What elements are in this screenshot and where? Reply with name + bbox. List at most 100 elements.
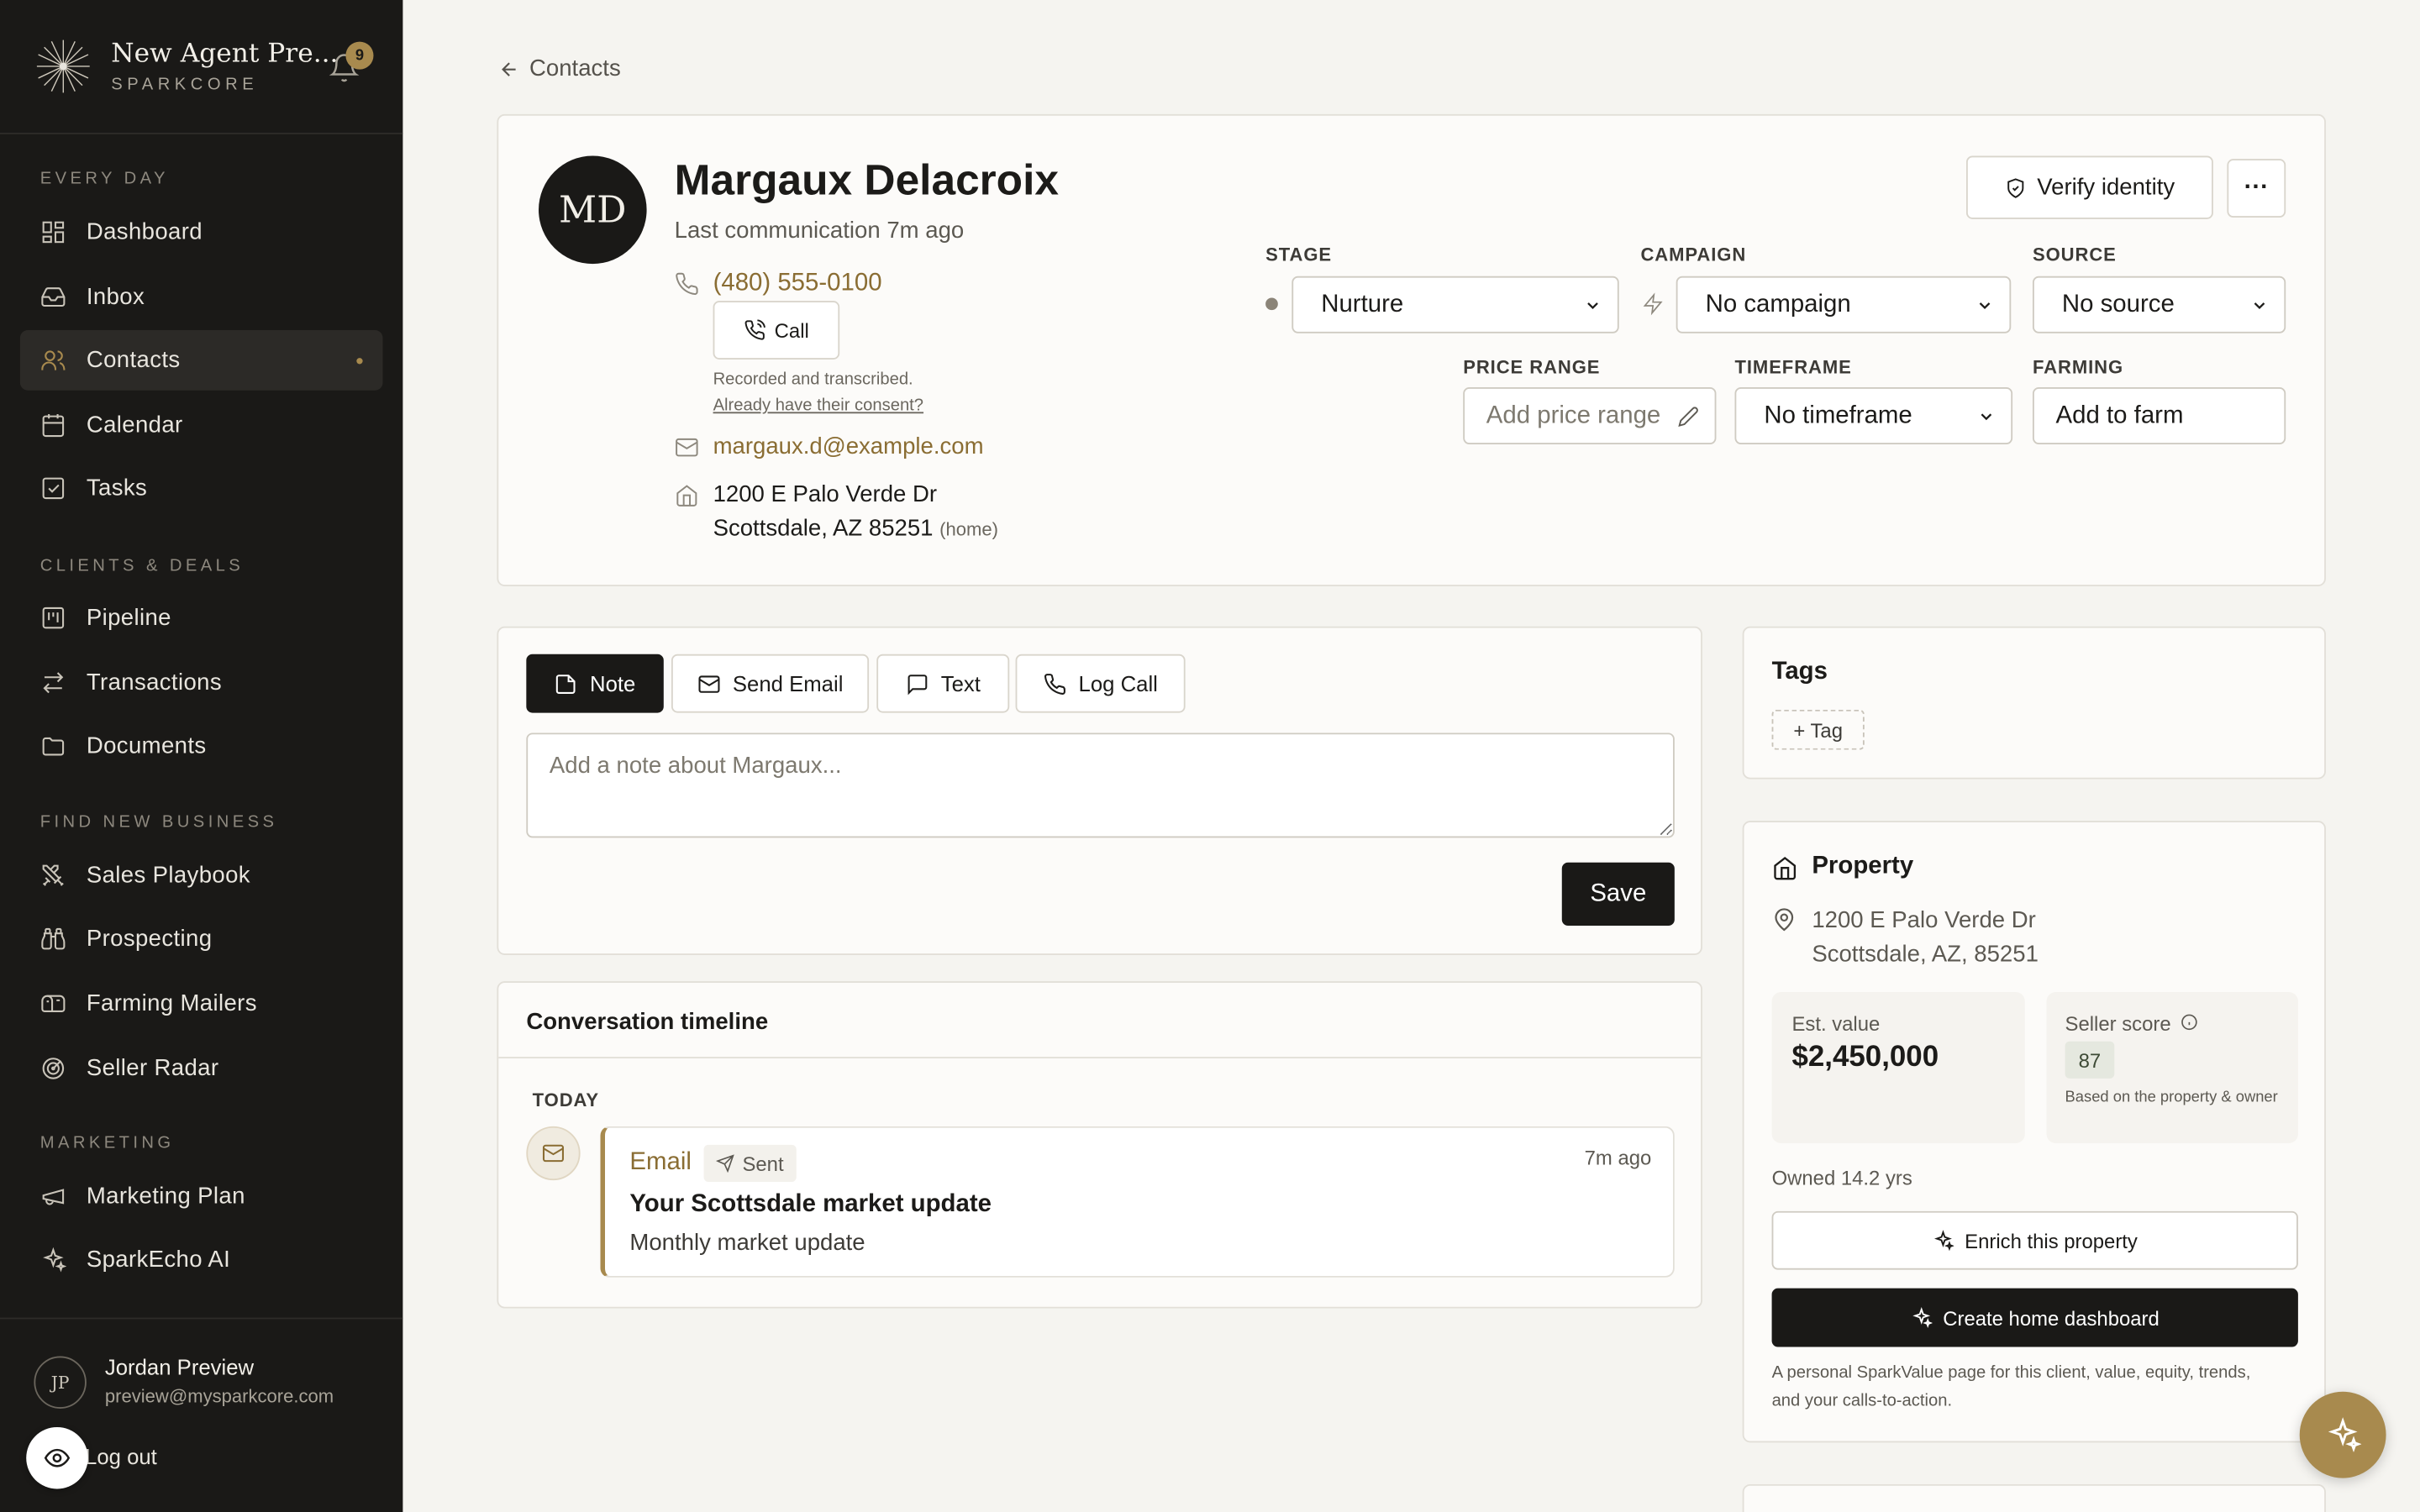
contacts-icon bbox=[41, 350, 66, 370]
timeframe-value: No timeframe bbox=[1764, 402, 1912, 428]
contact-phone-link[interactable]: (480) 555-0100 bbox=[713, 270, 882, 297]
sidebar-item-transactions[interactable]: Transactions bbox=[20, 653, 383, 713]
verify-identity-button[interactable]: Verify identity bbox=[1966, 155, 2213, 219]
est-value-label: Est. value bbox=[1791, 1011, 1881, 1036]
active-indicator bbox=[356, 358, 363, 365]
map-pin-icon bbox=[1775, 908, 1794, 932]
sidebar-item-dashboard[interactable]: Dashboard bbox=[20, 202, 383, 263]
tab-note[interactable]: Note bbox=[526, 654, 664, 713]
contact-email-link[interactable]: margaux.d@example.com bbox=[713, 433, 984, 459]
timeline-day-header: TODAY bbox=[532, 1089, 599, 1111]
sidebar-item-label: Contacts bbox=[86, 347, 181, 374]
note-icon bbox=[556, 674, 576, 694]
ownership-duration: Owned 14.2 yrs bbox=[1771, 1166, 1912, 1190]
enrich-property-button[interactable]: Enrich this property bbox=[1771, 1210, 2298, 1270]
sidebar-item-sales-playbook[interactable]: Sales Playbook bbox=[20, 846, 383, 906]
seller-score-label-text: Seller score bbox=[2065, 1011, 2171, 1036]
est-value: $2,450,000 bbox=[1791, 1041, 1939, 1074]
seller-score-note: Based on the property & owner bbox=[2065, 1089, 2278, 1106]
sidebar-item-documents[interactable]: Documents bbox=[20, 716, 383, 776]
preview-toggle-button[interactable] bbox=[26, 1426, 88, 1489]
tasks-icon bbox=[42, 477, 65, 500]
farming-value: Add to farm bbox=[2055, 402, 2184, 428]
sidebar-item-label: SparkEcho AI bbox=[86, 1247, 231, 1273]
call-label: Call bbox=[774, 318, 809, 342]
contact-address-line2: Scottsdale, AZ 85251 (home) bbox=[713, 515, 998, 541]
sidebar-item-label: Calendar bbox=[86, 412, 183, 438]
sidebar-item-label: Inbox bbox=[86, 283, 145, 311]
contact-name: Margaux Delacroix bbox=[674, 155, 1059, 204]
info-icon[interactable] bbox=[2181, 1014, 2198, 1031]
sidebar-item-pipeline[interactable]: Pipeline bbox=[20, 588, 383, 648]
sidebar-item-label: Sales Playbook bbox=[86, 862, 250, 889]
timeline-title: Conversation timeline bbox=[526, 1009, 769, 1036]
note-input[interactable] bbox=[526, 732, 1675, 838]
address-line2-text: Scottsdale, AZ 85251 bbox=[713, 515, 934, 542]
mail-icon bbox=[697, 675, 719, 692]
sidebar-item-label: Tasks bbox=[86, 475, 148, 501]
tab-send-email[interactable]: Send Email bbox=[671, 654, 870, 713]
inbox-icon bbox=[41, 287, 66, 307]
property-title: Property bbox=[1812, 853, 1914, 879]
chevron-down-icon bbox=[1981, 413, 1992, 421]
sparkles-icon bbox=[1912, 1306, 1933, 1329]
brand[interactable]: New Agent Pre... SPARKCORE 9 bbox=[0, 0, 403, 134]
user-account: JP Jordan Preview preview@mysparkcore.co… bbox=[0, 1317, 403, 1512]
tab-log-call[interactable]: Log Call bbox=[1015, 654, 1186, 713]
back-to-contacts-link[interactable]: Contacts bbox=[498, 55, 621, 81]
timeframe-select[interactable]: No timeframe bbox=[1734, 387, 2013, 444]
sidebar-item-marketing-plan[interactable]: Marketing Plan bbox=[20, 1167, 383, 1227]
workspace-brand: SPARKCORE bbox=[111, 76, 259, 95]
phone-icon bbox=[676, 272, 698, 296]
add-tag-button[interactable]: + Tag bbox=[1771, 709, 1865, 750]
pencil-icon bbox=[1678, 407, 1698, 428]
more-options-button[interactable]: ··· bbox=[2227, 159, 2286, 218]
notification-badge: 9 bbox=[345, 41, 374, 70]
user-email: preview@mysparkcore.com bbox=[104, 1385, 334, 1408]
logout-link[interactable]: Log out bbox=[85, 1444, 157, 1468]
bolt-icon bbox=[1643, 292, 1663, 316]
sidebar-item-sparkecho-ai[interactable]: SparkEcho AI bbox=[20, 1230, 383, 1290]
call-button[interactable]: Call bbox=[713, 301, 840, 360]
tab-label: Note bbox=[590, 670, 636, 696]
sidebar-item-farming-mailers[interactable]: Farming Mailers bbox=[20, 974, 383, 1034]
user-avatar[interactable]: JP bbox=[34, 1356, 87, 1409]
message-square-icon bbox=[907, 674, 927, 695]
home-icon bbox=[1774, 856, 1797, 880]
price-range-field[interactable]: Add price range bbox=[1463, 387, 1717, 444]
sidebar-item-calendar[interactable]: Calendar bbox=[20, 395, 383, 455]
mail-icon bbox=[676, 438, 698, 457]
timeline-entry[interactable]: Email Sent 7m ago Your Scottsdale market… bbox=[600, 1126, 1675, 1278]
price-range-label: PRICE RANGE bbox=[1463, 356, 1601, 378]
dashboard-label: Create home dashboard bbox=[1943, 1305, 2160, 1330]
campaign-label: CAMPAIGN bbox=[1640, 244, 1747, 265]
add-to-farm-field[interactable]: Add to farm bbox=[2032, 387, 2286, 444]
ai-assistant-button[interactable] bbox=[2299, 1391, 2386, 1478]
save-note-button[interactable]: Save bbox=[1561, 862, 1675, 927]
sidebar-item-contacts[interactable]: Contacts bbox=[19, 330, 383, 391]
user-name: Jordan Preview bbox=[104, 1354, 255, 1380]
radar-icon bbox=[42, 1058, 65, 1079]
timeframe-label: TIMEFRAME bbox=[1734, 356, 1852, 378]
sidebar-item-label: Seller Radar bbox=[86, 1055, 219, 1082]
tab-label: Log Call bbox=[1078, 670, 1158, 696]
eye-icon bbox=[44, 1448, 71, 1467]
tags-card: Tags + Tag bbox=[1742, 626, 2326, 780]
tab-text[interactable]: Text bbox=[876, 654, 1010, 713]
stage-value: Nurture bbox=[1321, 291, 1404, 318]
stage-select[interactable]: Nurture bbox=[1292, 276, 1619, 333]
property-card: Property 1200 E Palo Verde Dr Scottsdale… bbox=[1742, 821, 2326, 1443]
campaign-select[interactable]: No campaign bbox=[1676, 276, 2012, 333]
contact-address-line1: 1200 E Palo Verde Dr bbox=[713, 481, 938, 508]
consent-link[interactable]: Already have their consent? bbox=[713, 396, 923, 415]
source-select[interactable]: No source bbox=[2032, 276, 2286, 333]
sidebar-item-prospecting[interactable]: Prospecting bbox=[20, 909, 383, 969]
sidebar-item-tasks[interactable]: Tasks bbox=[20, 459, 383, 519]
sidebar-item-label: Documents bbox=[86, 732, 207, 759]
seller-score-box: Seller score 87 Based on the property & … bbox=[2046, 992, 2298, 1144]
sparkles-icon bbox=[43, 1247, 66, 1273]
sidebar-item-seller-radar[interactable]: Seller Radar bbox=[20, 1038, 383, 1099]
create-home-dashboard-button[interactable]: Create home dashboard bbox=[1771, 1288, 2298, 1347]
sidebar-item-inbox[interactable]: Inbox bbox=[20, 267, 383, 328]
seller-score-badge: 87 bbox=[2065, 1041, 2115, 1079]
